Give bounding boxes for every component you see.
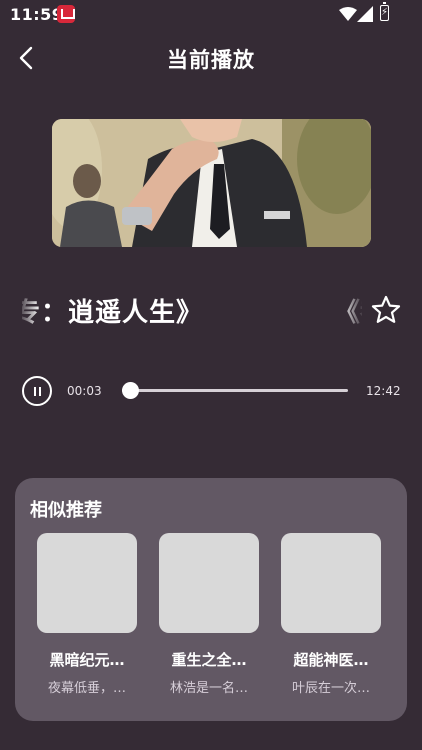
recommendation-name: 黑暗纪元… — [49, 651, 125, 669]
battery-charging-icon: ⚡ — [381, 7, 389, 18]
recommendation-card[interactable]: 黑暗纪元… 夜幕低垂，… — [37, 533, 137, 696]
recommendation-card[interactable]: 重生之全… 林浩是一名… — [159, 533, 259, 696]
now-playing-screen: 11:59 ⚡ 当前播放 专：逍遥人生》 00:03 12:42 相似推荐 黑暗… — [0, 0, 422, 750]
status-bar: 11:59 ⚡ — [0, 0, 422, 30]
recommendation-name: 超能神医… — [293, 651, 369, 669]
recommendation-desc: 叶辰在一次… — [291, 681, 370, 696]
wifi-icon — [339, 7, 357, 21]
track-title: 专：逍遥人生》 — [22, 298, 204, 328]
status-time: 11:59 — [10, 5, 64, 24]
total-time: 12:42 — [366, 384, 401, 398]
recommendation-cover — [159, 533, 259, 633]
title-fade-left — [18, 292, 40, 332]
recommendation-desc: 夜幕低垂，… — [47, 681, 126, 696]
star-outline-icon — [371, 295, 401, 323]
recommendation-cover — [281, 533, 381, 633]
track-title-marquee: 专：逍遥人生》 《都 — [22, 292, 362, 332]
recommendations-title: 相似推荐 — [30, 500, 102, 521]
page-title: 当前播放 — [167, 48, 255, 72]
progress-bar[interactable] — [122, 389, 348, 392]
recommendation-cover — [37, 533, 137, 633]
progress-thumb[interactable] — [122, 382, 139, 399]
recommendation-name: 重生之全… — [171, 651, 247, 669]
title-fade-right — [340, 292, 364, 332]
current-time: 00:03 — [67, 384, 102, 398]
app-badge-icon — [57, 5, 75, 23]
recommendation-desc: 林浩是一名… — [169, 681, 248, 696]
cover-art-image — [52, 119, 371, 247]
recommendations-panel: 相似推荐 黑暗纪元… 夜幕低垂，… 重生之全… 林浩是一名… 超能神医… 叶辰在… — [15, 478, 407, 721]
battery-icon: ⚡ — [380, 2, 389, 21]
signal-icon — [357, 6, 373, 22]
favorite-button[interactable] — [370, 294, 402, 326]
recommendation-card[interactable]: 超能神医… 叶辰在一次… — [281, 533, 381, 696]
pause-button[interactable] — [22, 376, 52, 406]
